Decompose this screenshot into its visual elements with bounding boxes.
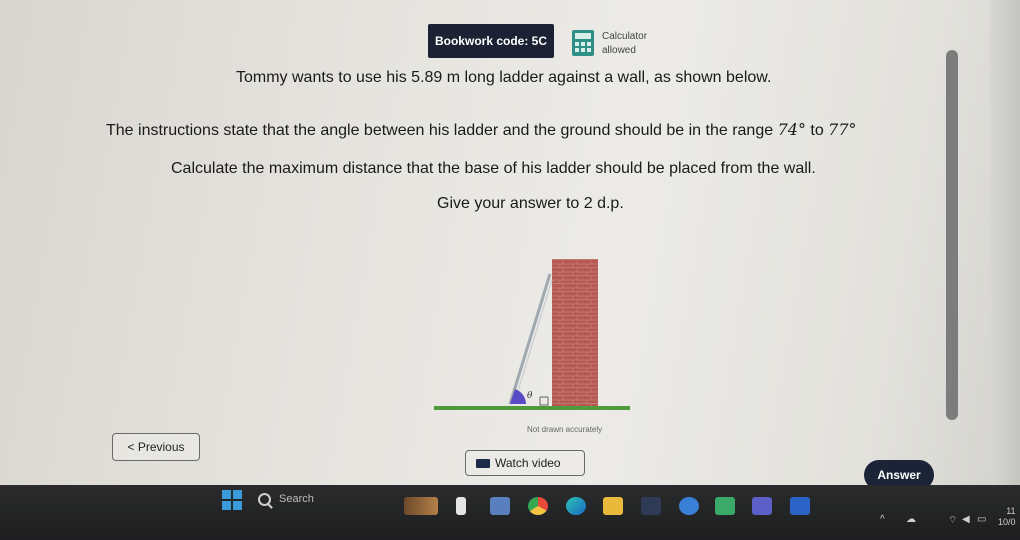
not-drawn-accurately-caption: Not drawn accurately — [527, 425, 603, 434]
search-icon — [258, 492, 271, 506]
word-icon[interactable] — [790, 497, 810, 515]
windows-start-icon[interactable] — [222, 490, 242, 510]
calculator-allowed-label: Calculator allowed — [602, 30, 647, 58]
edge-icon[interactable] — [566, 497, 586, 515]
photos-icon[interactable] — [490, 497, 510, 515]
ladder-rail — [513, 279, 553, 405]
question-line-3: Calculate the maximum distance that the … — [171, 160, 816, 177]
scrollbar[interactable] — [946, 50, 958, 420]
battery-icon[interactable]: ▭ — [977, 514, 986, 525]
page-content: Bookwork code: 5C Calculator allowed Tom… — [0, 0, 1020, 490]
task-view-icon[interactable] — [456, 497, 466, 515]
wifi-icon[interactable]: ⌔ — [948, 514, 957, 527]
question-line-2-text: The instructions state that the angle be… — [106, 122, 778, 139]
video-camera-icon — [476, 458, 490, 468]
bookwork-code-badge: Bookwork code: 5C — [428, 24, 554, 58]
app-icon[interactable] — [679, 497, 699, 515]
angle-label: θ — [527, 391, 533, 401]
question-line-1: Tommy wants to use his 5.89 m long ladde… — [236, 69, 772, 86]
calculator-icon — [572, 30, 594, 56]
clock-time: 11 — [1006, 506, 1016, 516]
watch-video-label: Watch video — [495, 456, 561, 470]
window-edge — [990, 0, 1020, 485]
brick-wall — [552, 259, 598, 407]
right-angle-marker — [539, 396, 549, 406]
calculator-line1: Calculator — [602, 31, 648, 42]
calculator-line2: allowed — [602, 45, 636, 56]
question-line-2: The instructions state that the angle be… — [106, 120, 857, 140]
chrome-icon[interactable] — [528, 497, 548, 515]
volume-icon[interactable]: ◀ — [962, 514, 970, 525]
range-to: to — [805, 122, 829, 139]
watch-video-button[interactable]: Watch video — [465, 450, 585, 476]
file-explorer-icon[interactable] — [603, 497, 623, 515]
cloud-icon[interactable]: ☁ — [906, 514, 916, 525]
range-high: 77° — [828, 120, 857, 139]
game-icon[interactable] — [715, 497, 735, 515]
taskbar — [0, 485, 1020, 540]
range-low: 74° — [777, 120, 806, 139]
taskbar-clock[interactable]: 11 10/0 — [998, 506, 1016, 528]
previous-button[interactable]: < Previous — [112, 433, 200, 461]
question-line-4: Give your answer to 2 d.p. — [437, 195, 624, 212]
taskbar-search[interactable]: Search — [258, 488, 388, 510]
teams-icon[interactable] — [752, 497, 772, 515]
taskbar-search-label: Search — [279, 493, 314, 505]
ladder-diagram: θ — [434, 259, 630, 410]
ladder — [508, 273, 552, 405]
store-icon[interactable] — [641, 497, 661, 515]
ground-line — [434, 406, 630, 410]
widgets-icon[interactable] — [404, 497, 438, 515]
clock-date: 10/0 — [998, 517, 1016, 527]
chevron-up-icon[interactable]: ^ — [880, 514, 885, 525]
